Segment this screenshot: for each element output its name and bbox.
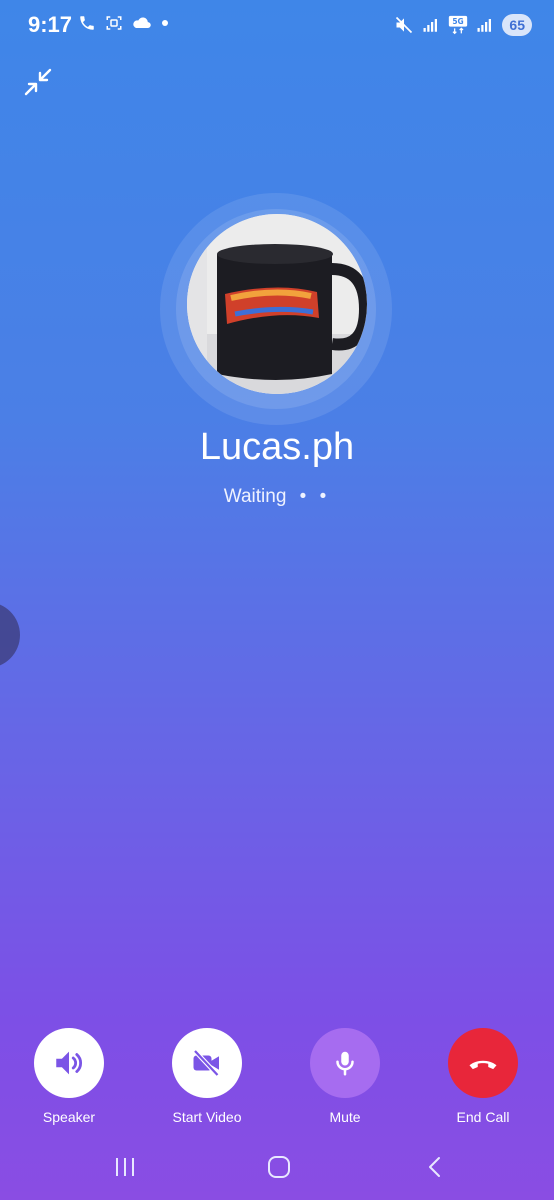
signal-icon-2 [477, 19, 492, 32]
5g-icon: 5G [449, 15, 468, 35]
speaker-button[interactable]: Speaker [14, 1028, 124, 1125]
recent-apps-icon [116, 1158, 134, 1176]
status-left-icons [78, 14, 170, 32]
minimize-icon [24, 68, 52, 96]
cloud-icon [133, 17, 151, 28]
battery-indicator: 65 [502, 14, 532, 36]
mute-icon [396, 16, 413, 34]
microphone-icon [336, 1051, 354, 1076]
avatar [187, 214, 367, 394]
minimize-button[interactable] [22, 66, 54, 98]
mute-label: Mute [329, 1109, 361, 1125]
back-button[interactable] [422, 1154, 448, 1185]
screenshot-icon [106, 16, 122, 30]
speaker-icon [56, 1051, 82, 1075]
notification-dot-icon [162, 20, 168, 26]
contact-name: Lucas.ph [199, 426, 355, 468]
status-bar: 9:17 5G 65 [0, 0, 554, 52]
speaker-label: Speaker [42, 1109, 96, 1125]
recent-apps-button[interactable] [112, 1154, 138, 1185]
call-screen: 9:17 5G 65 Lucas.ph Waiting • • Speaker … [0, 0, 554, 1200]
status-right-icons: 5G 65 [394, 14, 532, 36]
side-panel-handle[interactable] [0, 602, 20, 668]
start-video-label: Start Video [172, 1109, 242, 1125]
home-button[interactable] [266, 1154, 292, 1185]
system-nav-bar [0, 1140, 554, 1200]
phone-call-icon [80, 16, 94, 30]
end-call-circle[interactable] [448, 1028, 518, 1098]
mute-button[interactable]: Mute [290, 1028, 400, 1125]
home-icon [268, 1156, 290, 1178]
signal-icon [423, 19, 438, 32]
svg-text:5G: 5G [453, 17, 464, 26]
end-call-button[interactable]: End Call [428, 1028, 538, 1125]
start-video-circle[interactable] [172, 1028, 242, 1098]
waiting-dots: • • [299, 486, 331, 507]
avatar-photo-mug [187, 214, 367, 394]
start-video-button[interactable]: Start Video [152, 1028, 262, 1125]
status-time: 9:17 [28, 12, 73, 37]
call-status-text: Waiting [223, 486, 287, 507]
end-call-icon [469, 1060, 497, 1070]
video-off-icon [193, 1049, 220, 1077]
speaker-circle[interactable] [34, 1028, 104, 1098]
back-icon [429, 1157, 440, 1177]
end-call-label: End Call [456, 1109, 510, 1125]
call-controls: Speaker Start Video Mute End Call [0, 1028, 554, 1128]
call-status: Waiting • • [0, 486, 554, 508]
mute-circle[interactable] [310, 1028, 380, 1098]
